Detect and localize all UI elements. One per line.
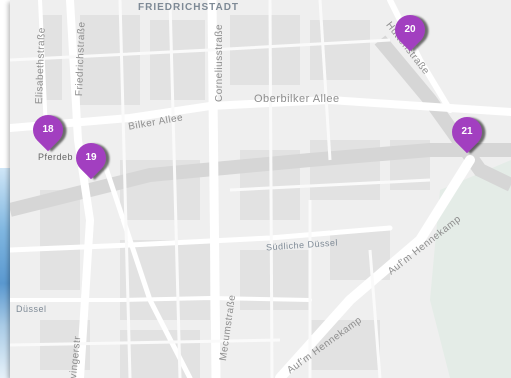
map-marker-21[interactable]: 21: [445, 110, 489, 155]
map-marker-19[interactable]: 19: [69, 136, 113, 181]
water-label-duessel: Düssel: [16, 304, 47, 314]
map-view[interactable]: FRIEDRICHSTADT Elisabethstraße Friedrich…: [10, 0, 511, 378]
street-label-pferdeb: Pferdeb: [38, 152, 74, 162]
street-label-corneliusstrasse: Corneliusstraße: [214, 23, 225, 102]
marker-label: 20: [404, 24, 416, 35]
marker-label: 21: [461, 126, 473, 137]
marker-label: 19: [85, 152, 97, 163]
park-area: [430, 160, 511, 378]
street-label-oberbilker-allee: Oberbilker Allee: [254, 93, 340, 105]
district-label: FRIEDRICHSTADT: [138, 2, 240, 13]
building-blocks: [40, 15, 430, 378]
marker-label: 18: [42, 124, 54, 135]
map-marker-18[interactable]: 18: [26, 108, 70, 153]
map-marker-20[interactable]: 20: [388, 8, 432, 53]
